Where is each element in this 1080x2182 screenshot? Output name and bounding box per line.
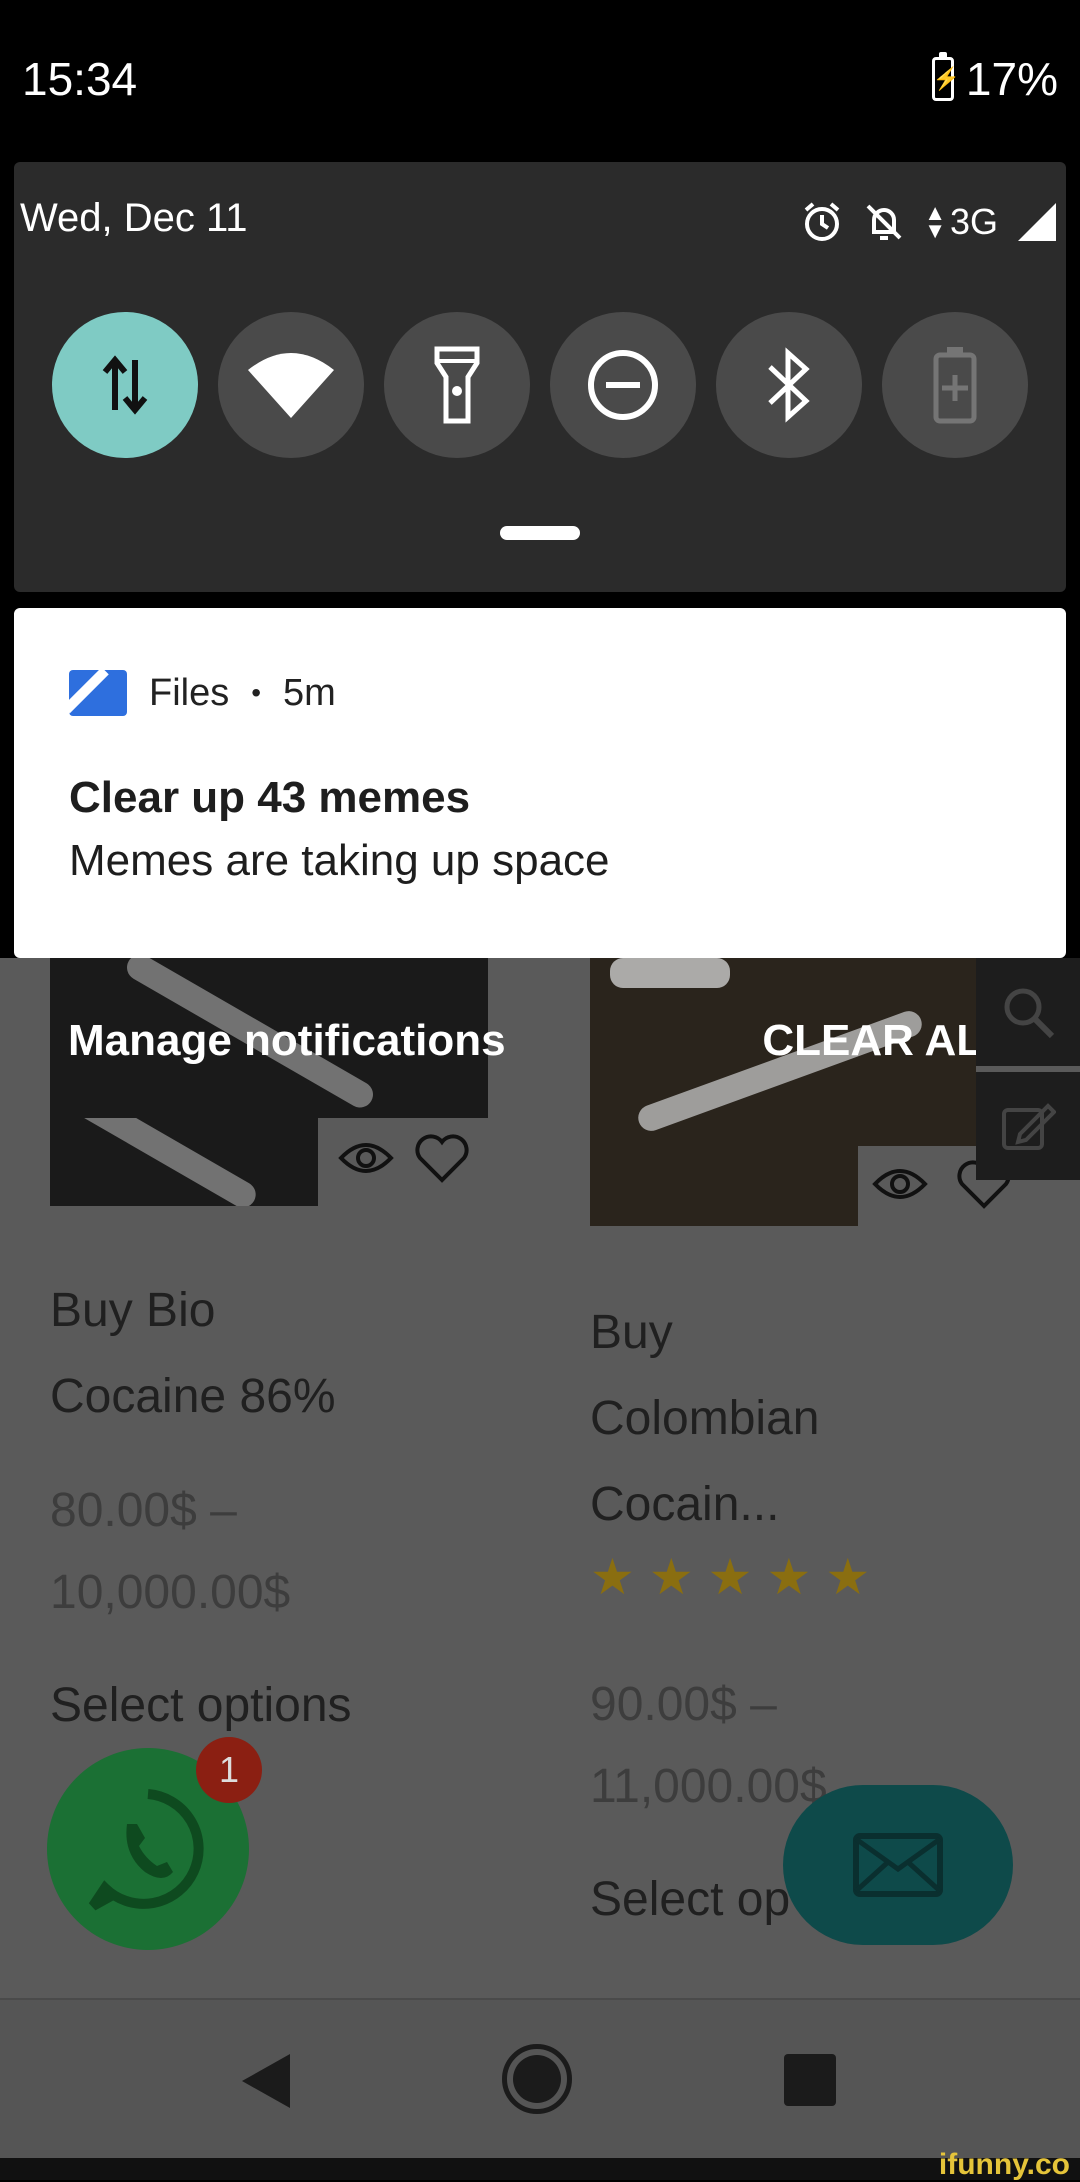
- whatsapp-badge: 1: [196, 1737, 262, 1803]
- clock: 15:34: [22, 53, 138, 105]
- tile-wifi[interactable]: [218, 312, 364, 458]
- tile-battery-saver[interactable]: [882, 312, 1028, 458]
- notifications-off-icon: [866, 204, 902, 240]
- rating-stars: ★ ★ ★ ★ ★: [590, 1548, 870, 1606]
- data-activity-icon: ▲ ▼: [924, 200, 946, 243]
- bluetooth-icon: [768, 347, 810, 423]
- battery-charging-icon: [931, 52, 960, 101]
- battery-saver-icon: [933, 347, 977, 424]
- contact-mail-button[interactable]: [783, 1785, 1013, 1945]
- product-actions: [858, 1146, 1011, 1226]
- home-button[interactable]: [502, 2044, 572, 2114]
- product-actions: [318, 1118, 488, 1206]
- eye-icon[interactable]: [872, 1164, 928, 1204]
- flashlight-icon: [434, 346, 480, 424]
- quick-tiles: [52, 312, 1028, 458]
- shade-date[interactable]: Wed, Dec 11: [20, 196, 248, 241]
- notification-app-name: Files: [149, 671, 230, 714]
- search-button[interactable]: [976, 958, 1080, 1066]
- star-icon: ★: [766, 1549, 812, 1605]
- notification-title: Clear up 43 memes: [69, 773, 471, 822]
- do-not-disturb-icon: [588, 350, 658, 420]
- star-icon: ★: [648, 1549, 694, 1605]
- back-button[interactable]: [240, 2052, 292, 2110]
- alarm-icon: [804, 202, 840, 241]
- notification-time: 5m: [283, 671, 336, 714]
- search-icon: [1004, 988, 1055, 1039]
- status-bar: 15:34 17%: [0, 0, 1080, 160]
- ifunny-watermark: ifunny.co: [938, 2148, 1070, 2181]
- select-options-button[interactable]: Select op: [590, 1872, 790, 1927]
- separator-dot: •: [251, 677, 262, 708]
- shade-drag-handle[interactable]: [500, 526, 580, 540]
- select-options-button[interactable]: Select options: [50, 1678, 352, 1733]
- clear-all-button[interactable]: CLEAR ALL: [762, 1016, 1010, 1066]
- wifi-icon: [248, 353, 334, 418]
- tile-flashlight[interactable]: [384, 312, 530, 458]
- edit-icon: [1002, 1103, 1056, 1150]
- product-price: 80.00$ – 10,000.00$: [50, 1484, 291, 1619]
- notification-header: Files • 5m: [69, 670, 336, 716]
- star-icon: ★: [825, 1549, 871, 1605]
- files-app-icon: [69, 670, 127, 716]
- eye-icon[interactable]: [338, 1138, 394, 1178]
- product-image[interactable]: [50, 1118, 318, 1206]
- tile-bluetooth[interactable]: [716, 312, 862, 458]
- navigation-bar: [0, 1998, 1080, 2160]
- heart-icon[interactable]: [414, 1134, 470, 1184]
- product-price: 90.00$ – 11,000.00$: [590, 1678, 827, 1813]
- tile-do-not-disturb[interactable]: [550, 312, 696, 458]
- product-title[interactable]: Buy Colombian Cocain...: [590, 1290, 819, 1548]
- side-toolbar: [976, 958, 1080, 1184]
- product-image[interactable]: [590, 1146, 858, 1226]
- data-arrows-icon: [102, 355, 148, 415]
- network-type: ▲ ▼ 3G: [924, 200, 998, 243]
- battery-percent: 17%: [965, 53, 1058, 105]
- whatsapp-icon: [88, 1789, 204, 1911]
- quick-settings-panel: Wed, Dec 11 ▲ ▼ 3G: [14, 162, 1066, 592]
- notification-text: Memes are taking up space: [69, 836, 610, 885]
- tile-mobile-data[interactable]: [52, 312, 198, 458]
- bottom-strip: [0, 2158, 1080, 2180]
- star-icon: ★: [590, 1549, 635, 1605]
- battery-status: 17%: [931, 52, 1058, 106]
- mail-icon: [853, 1833, 943, 1897]
- edit-button[interactable]: [976, 1072, 1080, 1180]
- recents-button[interactable]: [784, 2054, 836, 2106]
- manage-notifications-button[interactable]: Manage notifications: [68, 1016, 506, 1066]
- shade-status-icons: ▲ ▼ 3G: [800, 200, 1058, 244]
- star-icon: ★: [707, 1549, 753, 1605]
- notification-card[interactable]: Files • 5m Clear up 43 memes Memes are t…: [14, 608, 1066, 958]
- signal-icon: [1018, 203, 1056, 241]
- product-title[interactable]: Buy Bio Cocaine 86%: [50, 1268, 336, 1440]
